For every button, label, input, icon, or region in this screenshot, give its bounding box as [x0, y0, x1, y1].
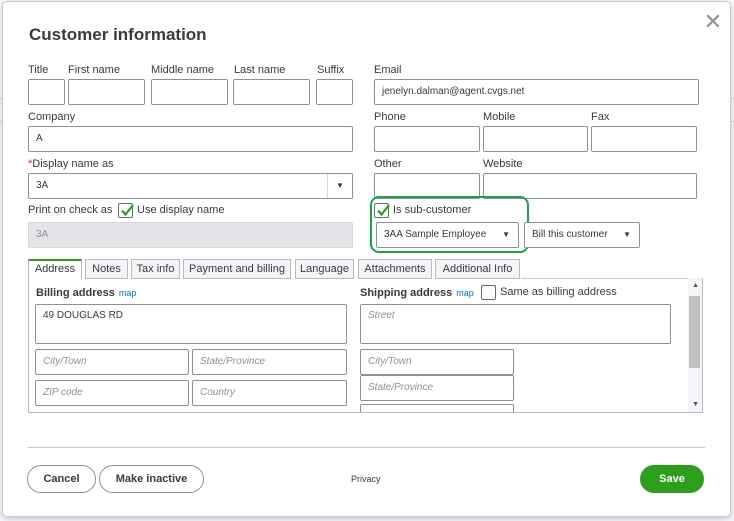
- middle-name-input[interactable]: [151, 79, 228, 105]
- company-label: Company: [28, 111, 76, 123]
- billing-city-placeholder: City/Town: [43, 356, 87, 367]
- cancel-button[interactable]: Cancel: [27, 465, 96, 493]
- first-name-input[interactable]: [68, 79, 145, 105]
- mobile-input[interactable]: [483, 126, 588, 152]
- scroll-down-icon[interactable]: ▼: [692, 401, 699, 408]
- dialog-title: Customer information: [29, 25, 207, 44]
- shipping-zip-input[interactable]: [360, 404, 514, 412]
- use-display-name-label: Use display name: [137, 204, 225, 216]
- suffix-label: Suffix: [317, 64, 345, 76]
- billing-state-placeholder: State/Province: [200, 356, 266, 367]
- billing-zip-input[interactable]: ZIP code: [35, 380, 189, 406]
- suffix-input[interactable]: [316, 79, 353, 105]
- parent-customer-value: 3AA Sample Employee: [384, 229, 487, 240]
- email-input[interactable]: jenelyn.dalman@agent.cvgs.net: [374, 79, 699, 105]
- checkmark-icon: [377, 204, 390, 217]
- phone-label: Phone: [374, 111, 406, 123]
- billing-option-select[interactable]: Bill this customer ▼: [524, 222, 640, 248]
- display-name-label-text: Display name as: [32, 158, 114, 170]
- save-button[interactable]: Save: [640, 465, 704, 493]
- chevron-down-icon[interactable]: ▼: [327, 174, 352, 198]
- phone-input[interactable]: [374, 126, 480, 152]
- billing-map-link[interactable]: map: [119, 288, 137, 298]
- tab-additional-info[interactable]: Additional Info: [435, 259, 520, 279]
- is-sub-customer-label: Is sub-customer: [393, 204, 472, 216]
- title-label: Title: [28, 64, 49, 76]
- shipping-map-link[interactable]: map: [456, 288, 474, 298]
- close-icon[interactable]: ✕: [702, 11, 724, 33]
- billing-state-input[interactable]: State/Province: [192, 349, 347, 375]
- customer-information-dialog: Customer information ✕ Title First name …: [3, 2, 730, 516]
- billing-city-input[interactable]: City/Town: [35, 349, 189, 375]
- fax-label: Fax: [591, 111, 610, 123]
- tab-attachments[interactable]: Attachments: [358, 259, 432, 279]
- billing-country-input[interactable]: Country: [192, 380, 347, 406]
- footer-divider: [28, 447, 705, 448]
- shipping-address-label: Shipping address map: [360, 287, 474, 299]
- last-name-input[interactable]: [233, 79, 310, 105]
- tab-address[interactable]: Address: [28, 259, 82, 280]
- company-input[interactable]: A: [28, 126, 353, 152]
- scrollbar-thumb[interactable]: [689, 296, 700, 368]
- mobile-label: Mobile: [483, 111, 516, 123]
- shipping-state-placeholder: State/Province: [368, 382, 434, 393]
- print-on-check-label: Print on check as: [28, 204, 113, 216]
- title-input[interactable]: [28, 79, 65, 105]
- display-name-label: *Display name as: [28, 158, 114, 170]
- shipping-city-placeholder: City/Town: [368, 356, 412, 367]
- other-label: Other: [374, 158, 402, 170]
- privacy-link[interactable]: Privacy: [351, 474, 381, 484]
- billing-option-value: Bill this customer: [532, 229, 608, 240]
- billing-address-label: Billing address map: [36, 287, 136, 299]
- print-on-check-input: 3A: [28, 222, 353, 248]
- billing-street-input[interactable]: 49 DOUGLAS RD: [35, 304, 347, 344]
- parent-customer-select[interactable]: 3AA Sample Employee ▼: [376, 222, 519, 248]
- checkmark-icon: [121, 204, 134, 217]
- website-label: Website: [483, 158, 523, 170]
- same-as-billing-checkbox[interactable]: [481, 285, 496, 300]
- billing-address-label-text: Billing address: [36, 287, 115, 299]
- shipping-address-label-text: Shipping address: [360, 287, 453, 299]
- last-name-label: Last name: [234, 64, 286, 76]
- tab-payment-and-billing[interactable]: Payment and billing: [183, 259, 291, 279]
- chevron-down-icon[interactable]: ▼: [502, 223, 510, 247]
- email-label: Email: [374, 64, 402, 76]
- tab-language[interactable]: Language: [295, 259, 354, 279]
- tab-notes[interactable]: Notes: [85, 259, 128, 279]
- first-name-label: First name: [68, 64, 120, 76]
- shipping-street-placeholder: Street: [368, 310, 395, 321]
- scroll-up-icon[interactable]: ▲: [692, 282, 699, 289]
- billing-country-placeholder: Country: [200, 387, 236, 398]
- display-name-value: 3A: [36, 180, 49, 191]
- billing-zip-placeholder: ZIP code: [43, 387, 83, 398]
- address-tab-panel: Billing address map 49 DOUGLAS RD City/To…: [28, 278, 703, 413]
- display-name-combobox[interactable]: 3A ▼: [28, 173, 353, 199]
- fax-input[interactable]: [591, 126, 697, 152]
- same-as-billing-label: Same as billing address: [500, 286, 617, 298]
- middle-name-label: Middle name: [151, 64, 214, 76]
- use-display-name-checkbox[interactable]: [118, 203, 134, 218]
- tab-tax-info[interactable]: Tax info: [131, 259, 180, 279]
- address-panel-scrollbar[interactable]: ▲ ▼: [688, 278, 702, 412]
- chevron-down-icon[interactable]: ▼: [623, 223, 631, 247]
- is-sub-customer-checkbox[interactable]: [374, 203, 390, 218]
- shipping-state-input[interactable]: State/Province: [360, 375, 514, 401]
- make-inactive-button[interactable]: Make inactive: [99, 465, 204, 493]
- shipping-city-input[interactable]: City/Town: [360, 349, 514, 375]
- shipping-street-input[interactable]: Street: [360, 304, 671, 344]
